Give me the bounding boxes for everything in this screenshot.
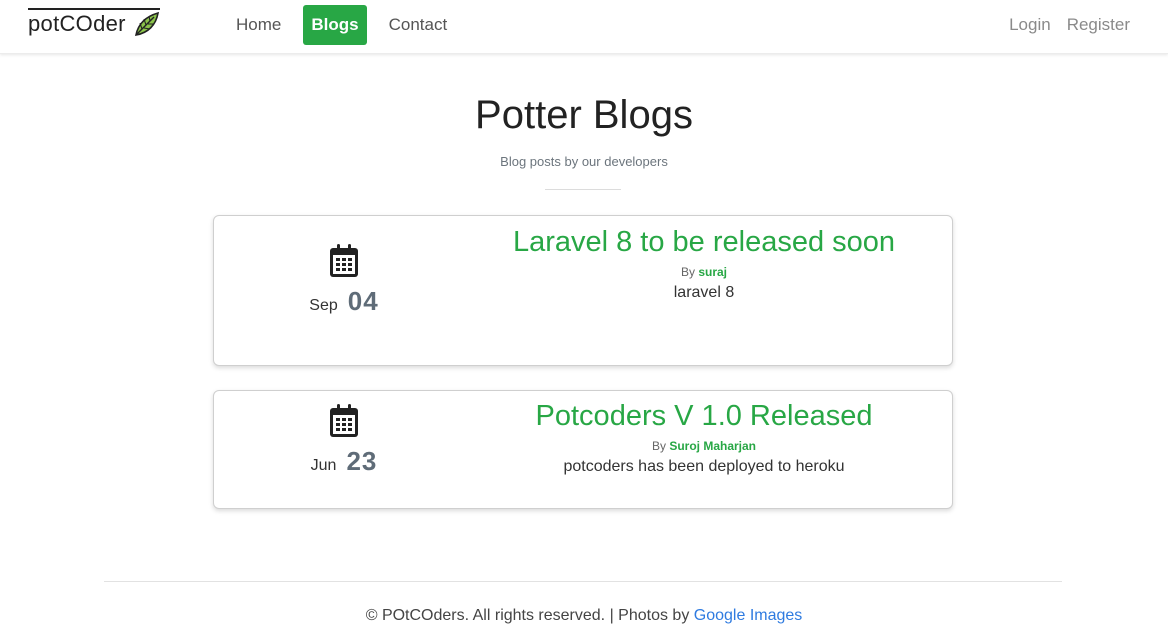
post-byline: By Suroj Maharjan: [504, 439, 904, 453]
post-excerpt: potcoders has been deployed to heroku: [563, 458, 845, 475]
post-title-link[interactable]: Potcoders V 1.0 Released: [504, 400, 904, 433]
post-content: Laravel 8 to be released soon By suraj l…: [504, 226, 904, 302]
nav-blogs-link[interactable]: Blogs: [303, 5, 367, 45]
post-month: Jun: [310, 457, 337, 474]
register-link[interactable]: Register: [1059, 5, 1138, 45]
post-content: Potcoders V 1.0 Released By Suroj Maharj…: [504, 400, 904, 476]
blog-post-card: Sep 04 Laravel 8 to be released soon By …: [213, 215, 953, 366]
post-author-link[interactable]: suraj: [698, 265, 727, 279]
post-excerpt: laravel 8: [673, 284, 735, 301]
nav-home-link[interactable]: Home: [222, 5, 295, 45]
post-day: 04: [347, 286, 379, 316]
calendar-icon: [330, 404, 358, 437]
footer-divider: [104, 581, 1062, 582]
google-images-link[interactable]: Google Images: [694, 607, 803, 624]
byline-label: By: [680, 265, 695, 279]
post-author-link[interactable]: Suroj Maharjan: [669, 439, 756, 453]
blog-post-card: Jun 23 Potcoders V 1.0 Released By Suroj…: [213, 390, 953, 509]
post-day: 23: [346, 446, 378, 476]
login-link[interactable]: Login: [1001, 5, 1059, 45]
footer-copyright: © POtCOders. All rights reserved. | Phot…: [365, 607, 690, 624]
post-month: Sep: [309, 297, 338, 314]
post-date: Sep 04: [274, 244, 414, 317]
byline-label: By: [651, 439, 666, 453]
title-divider: [545, 189, 621, 190]
leaf-icon: [134, 11, 159, 36]
brand-logo[interactable]: potCOder: [28, 8, 160, 37]
page-title: Potter Blogs: [475, 93, 693, 137]
page-subtitle: Blog posts by our developers: [500, 154, 668, 169]
footer: © POtCOders. All rights reserved. | Phot…: [0, 607, 1168, 625]
post-byline: By suraj: [504, 265, 904, 279]
post-date: Jun 23: [274, 404, 414, 477]
main-nav: Home Blogs Contact: [222, 5, 461, 45]
calendar-icon: [330, 244, 358, 277]
auth-nav: Login Register: [1001, 5, 1138, 45]
nav-contact-link[interactable]: Contact: [375, 5, 462, 45]
navbar: potCOder Home Blogs Contact Login Regist…: [0, 0, 1168, 54]
post-title-link[interactable]: Laravel 8 to be released soon: [504, 226, 904, 259]
brand-name: potCOder: [28, 11, 126, 36]
